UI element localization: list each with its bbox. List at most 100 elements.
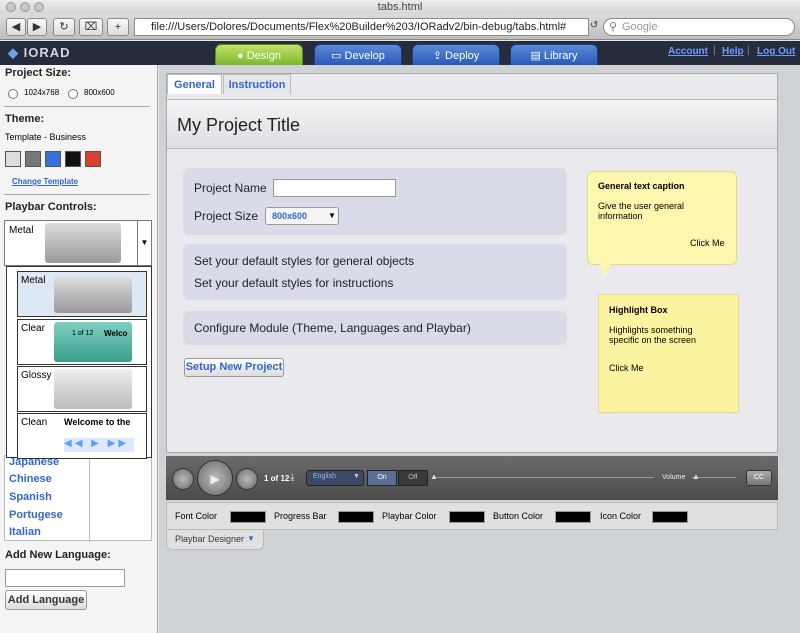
theme-label: Theme: (5, 113, 45, 125)
theme-swatch-black[interactable] (65, 151, 81, 167)
library-icon: ▤ (530, 50, 541, 62)
search-input[interactable]: ⚲ Google (603, 18, 795, 36)
tab-instruction[interactable]: Instruction (223, 74, 291, 94)
caption-body: Give the user general information (598, 201, 685, 221)
playbar-option-metal[interactable]: Metal (17, 271, 147, 317)
divider (4, 106, 150, 107)
rewind-button[interactable] (172, 468, 194, 490)
highlight-title: Highlight Box (609, 305, 668, 315)
link-separator: | (713, 45, 716, 56)
snapback-button[interactable]: ⌧ (79, 18, 103, 36)
progress-bar-color-picker[interactable] (338, 511, 374, 523)
list-item[interactable]: Italian (9, 526, 41, 538)
theme-swatch-blue[interactable] (45, 151, 61, 167)
highlight-body: Highlights something specific on the scr… (609, 325, 697, 345)
playbar-option-glossy[interactable]: Glossy (17, 366, 147, 412)
tab-library[interactable]: ▤ Library (510, 44, 598, 66)
reload-button[interactable]: ↻ (53, 18, 75, 36)
account-link[interactable]: Account (668, 46, 708, 57)
language-value: English (313, 473, 336, 480)
playbar-select[interactable]: Metal ▼ (4, 220, 152, 266)
window-title: tabs.html (377, 1, 423, 13)
styles-general-link[interactable]: Set your default styles for general obje… (194, 254, 414, 268)
new-language-input[interactable] (5, 569, 125, 587)
minimize-window-button[interactable] (20, 2, 30, 12)
forward-button[interactable]: ▶ (27, 18, 47, 36)
size-radio-1024[interactable] (8, 89, 18, 99)
playbar-option-clean[interactable]: Clean Welcome to the ◀◀ ▶ ▶▶ (17, 413, 147, 459)
divider (4, 194, 150, 195)
play-button[interactable]: ▶ (197, 460, 233, 496)
window-title-bar: tabs.html (0, 0, 800, 14)
icon-color-picker[interactable] (652, 511, 688, 523)
progress-thumb[interactable]: ▲ (430, 472, 438, 481)
address-bar[interactable]: file:///Users/Dolores/Documents/Flex%20B… (134, 18, 589, 36)
design-icon: ● (237, 50, 244, 62)
playbar-option-clear[interactable]: Clear 1 of 12 Welco (17, 319, 147, 365)
tab-deploy[interactable]: ⇪ Deploy (412, 44, 500, 66)
button-color-picker[interactable] (555, 511, 591, 523)
template-name: Template - Business (5, 132, 87, 142)
font-color-picker[interactable] (230, 511, 266, 523)
url-text: file:///Users/Dolores/Documents/Flex%20B… (151, 21, 567, 33)
chevron-down-icon: ▼ (328, 211, 336, 220)
configure-module-link[interactable]: Configure Module (Theme, Languages and P… (194, 321, 471, 335)
search-placeholder: Google (622, 21, 658, 33)
project-name-label: Project Name (194, 181, 267, 195)
size-radio-800[interactable] (68, 89, 78, 99)
styles-instructions-link[interactable]: Set your default styles for instructions (194, 276, 393, 290)
reload-icon: ↻ (59, 21, 69, 33)
tab-develop-label: Develop (344, 50, 385, 62)
playbar-color-picker[interactable] (449, 511, 485, 523)
progress-track[interactable] (434, 477, 654, 478)
option-label: Metal (21, 275, 46, 286)
plus-icon: + (114, 21, 122, 33)
list-item[interactable]: Portugese (9, 509, 63, 521)
add-bookmark-button[interactable]: + (107, 18, 129, 36)
cc-on-button[interactable]: On (367, 470, 397, 486)
theme-swatch-gray[interactable] (25, 151, 41, 167)
volume-label: Volume (662, 474, 686, 481)
search-icon: ⚲ (609, 21, 618, 33)
help-link[interactable]: Help (722, 46, 744, 57)
page-title: My Project Title (167, 99, 777, 149)
button-color-label: Button Color (493, 511, 544, 521)
highlight-click: Click Me (609, 363, 644, 373)
caption-sample[interactable]: General text caption Give the user gener… (587, 171, 737, 265)
download-icon[interactable]: ⤓ (290, 472, 294, 483)
add-language-button[interactable]: Add Language (5, 590, 87, 610)
project-name-input[interactable] (273, 179, 396, 197)
tab-playbar-designer[interactable]: Playbar Designer ▼ (166, 530, 264, 550)
cc-button[interactable]: CC (746, 470, 772, 486)
highlight-box-sample[interactable]: Highlight Box Highlights something speci… (598, 294, 739, 413)
change-template-link[interactable]: Change Template (12, 177, 78, 186)
tab-deploy-label: Deploy (445, 50, 480, 62)
tab-develop[interactable]: ▭ Develop (314, 44, 402, 66)
playbar-preview-clear: 1 of 12 Welco (54, 322, 132, 362)
cc-off-button[interactable]: Off (398, 470, 428, 486)
refresh-icon[interactable]: ↺ (590, 20, 598, 31)
option-label: Glossy (21, 370, 52, 381)
list-item[interactable]: Chinese (9, 473, 52, 485)
back-button[interactable]: ◀ (6, 18, 26, 36)
chevron-down-icon: ▼ (247, 534, 255, 543)
language-select[interactable]: English ▼ (306, 470, 364, 486)
theme-swatch-light[interactable] (5, 151, 21, 167)
list-item[interactable]: Spanish (9, 491, 52, 503)
chevron-down-icon[interactable]: ▼ (137, 221, 151, 265)
option-text: Welcome to the (64, 417, 131, 427)
zoom-window-button[interactable] (34, 2, 44, 12)
fast-forward-button[interactable] (236, 468, 258, 490)
tab-design[interactable]: ● Design (215, 44, 303, 66)
logout-link[interactable]: Log Out (757, 46, 795, 57)
close-window-button[interactable] (6, 2, 16, 12)
link-separator: | (747, 45, 750, 56)
arrow-left-icon: ◀ (11, 21, 21, 33)
volume-thumb[interactable]: ▲ (692, 472, 700, 481)
tab-general[interactable]: General (167, 74, 222, 94)
setup-new-project-button[interactable]: Setup New Project (184, 358, 284, 377)
theme-swatch-red[interactable] (85, 151, 101, 167)
option-label: Clear (21, 323, 45, 334)
add-language-label: Add New Language: (5, 549, 111, 561)
project-size-select[interactable]: 800x600 ▼ (265, 207, 339, 225)
